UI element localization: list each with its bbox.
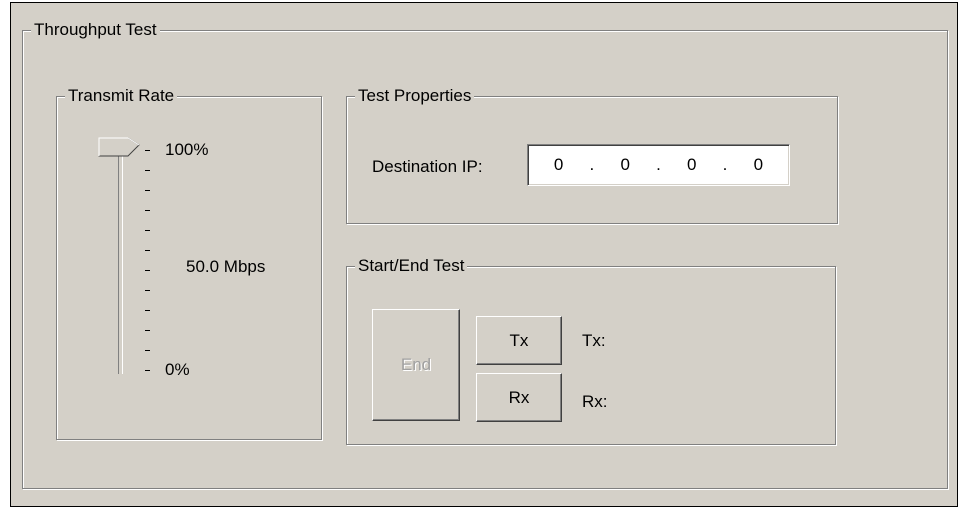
start-end-test-title: Start/End Test xyxy=(355,254,468,278)
destination-ip-input[interactable]: 0 . 0 . 0 . 0 xyxy=(527,144,790,186)
rx-status-label: Rx: xyxy=(582,392,608,411)
end-button[interactable]: End xyxy=(372,309,460,421)
transmit-rate-value: 50.0 Mbps xyxy=(186,257,266,276)
slider-tick xyxy=(145,170,150,171)
slider-tick xyxy=(145,150,150,151)
slider-tick xyxy=(145,250,150,251)
rate-slider-thumb[interactable] xyxy=(98,137,142,159)
slider-tick xyxy=(145,270,150,271)
throughput-test-title: Throughput Test xyxy=(31,18,160,42)
ip-dot-2: . xyxy=(656,155,661,174)
ip-dot-1: . xyxy=(589,155,595,174)
slider-max-label: 100% xyxy=(165,140,209,159)
slider-tick xyxy=(145,210,150,211)
ip-dot-3: . xyxy=(722,155,728,174)
rate-slider-track[interactable] xyxy=(118,150,123,374)
slider-tick xyxy=(145,290,150,291)
ip-octet-2[interactable]: 0 xyxy=(620,155,630,175)
slider-tick xyxy=(145,190,150,191)
slider-tick xyxy=(145,230,150,231)
slider-tick xyxy=(145,330,150,331)
tx-button[interactable]: Tx xyxy=(476,316,562,365)
slider-tick xyxy=(145,310,150,311)
ip-octet-1[interactable]: 0 xyxy=(554,155,564,175)
test-properties-title: Test Properties xyxy=(355,84,475,108)
destination-ip-label: Destination IP: xyxy=(372,157,483,176)
slider-min-label: 0% xyxy=(165,360,190,379)
tx-status-label: Tx: xyxy=(582,331,606,350)
ip-octet-3[interactable]: 0 xyxy=(687,155,697,175)
ip-octet-4[interactable]: 0 xyxy=(753,155,763,175)
rx-button[interactable]: Rx xyxy=(476,373,562,422)
slider-tick xyxy=(145,370,150,371)
slider-tick xyxy=(145,350,150,351)
transmit-rate-title: Transmit Rate xyxy=(65,84,178,108)
